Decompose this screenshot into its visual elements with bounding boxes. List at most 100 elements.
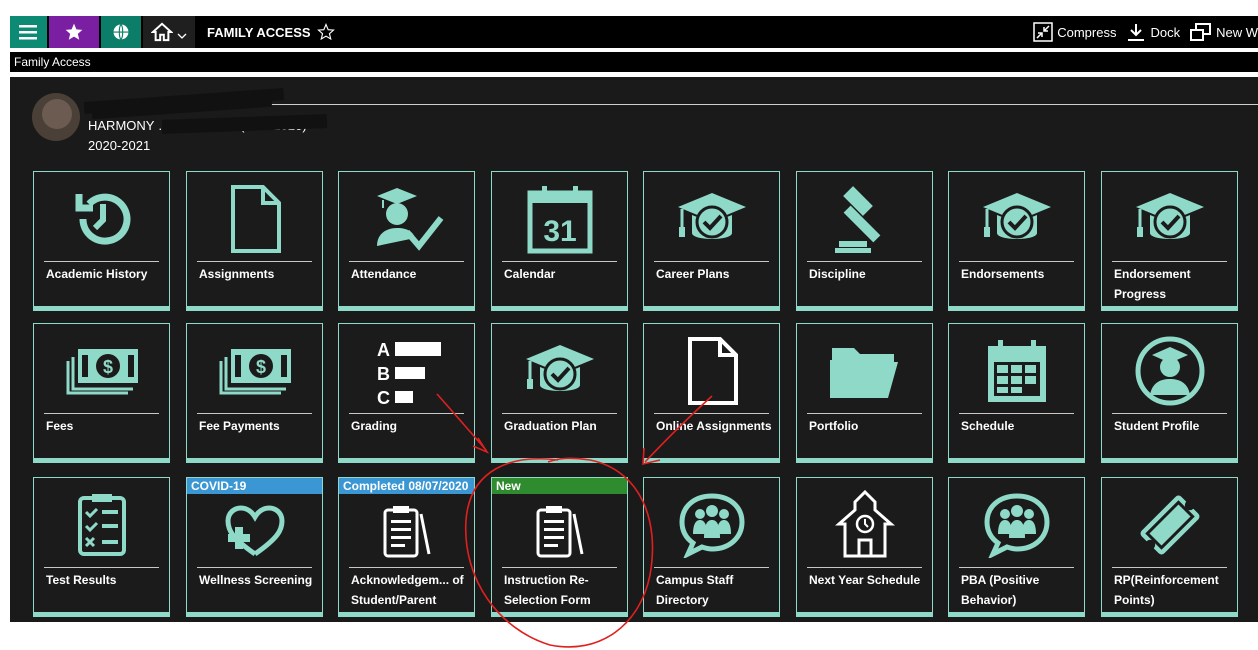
svg-text:$: $ (255, 357, 265, 377)
tile-discipline[interactable]: Discipline (796, 171, 933, 311)
tile-label: Assignments (199, 267, 275, 281)
menu-button[interactable] (10, 16, 47, 48)
grad-cap-check-icon (949, 184, 1084, 254)
calendar-icon: 31 (492, 184, 627, 254)
tile-label: Next Year Schedule (809, 573, 921, 587)
tile-fees[interactable]: $ Fees (33, 323, 170, 463)
compress-icon (1033, 22, 1053, 42)
tile-endorsement-progress[interactable]: Endorsement Progress (1101, 171, 1238, 311)
family-access-app: FAMILY ACCESS Compress Dock New W Family… (0, 0, 1258, 650)
tile-label: PBA (Positive Behavior) (961, 573, 1040, 607)
tile-attendance[interactable]: Attendance (338, 171, 475, 311)
page-title: FAMILY ACCESS (207, 23, 335, 41)
grad-cap-check-icon (1102, 184, 1237, 254)
tile-label: Graduation Plan (504, 419, 597, 433)
tile-calendar[interactable]: 31 Calendar (491, 171, 628, 311)
status-badge: New (492, 478, 627, 494)
compress-button[interactable]: Compress (1033, 22, 1116, 42)
tile-pba-positive-behavior[interactable]: PBA (Positive Behavior) (948, 477, 1085, 617)
dock-icon (1128, 24, 1145, 41)
global-button[interactable] (101, 16, 141, 48)
window-actions: Compress Dock New W (1033, 22, 1258, 42)
dock-button[interactable]: Dock (1126, 22, 1180, 42)
ticket-icon (1102, 490, 1237, 560)
tile-label: Schedule (961, 419, 1015, 433)
tile-portfolio[interactable]: Portfolio (796, 323, 933, 463)
graduate-check-icon (339, 184, 474, 254)
favorite-star-icon[interactable] (316, 23, 335, 41)
tile-label: Grading (351, 419, 398, 433)
clipboard-icon (339, 502, 474, 562)
tile-label: Campus Staff Directory (656, 573, 734, 607)
tile-wellness-screening[interactable]: COVID-19 Wellness Screening (186, 477, 323, 617)
tile-label: Academic History (46, 267, 148, 281)
breadcrumb-label: Family Access (14, 55, 91, 69)
student-profile-icon (1102, 336, 1237, 406)
tile-label: Endorsements (961, 267, 1045, 281)
tile-label: Calendar (504, 267, 556, 281)
tile-label: Student Profile (1114, 419, 1200, 433)
globe-icon (113, 24, 129, 40)
new-window-icon (1190, 23, 1212, 41)
top-navigation-bar: FAMILY ACCESS Compress Dock New W (10, 16, 1258, 48)
document-icon (187, 184, 322, 254)
heart-plus-icon (187, 502, 322, 562)
new-window-label: New W (1216, 24, 1258, 40)
clipboard-icon (492, 502, 627, 562)
tile-label: Career Plans (656, 267, 730, 281)
grade-b: B (377, 364, 390, 384)
schedule-icon (949, 336, 1084, 406)
money-icon: $ (34, 336, 169, 406)
tile-label: Instruction Re-Selection Form (504, 573, 591, 607)
tile-schedule[interactable]: Schedule (948, 323, 1085, 463)
hamburger-icon (18, 25, 37, 40)
tile-grading[interactable]: ABC Grading (338, 323, 475, 463)
chevron-down-icon (177, 33, 187, 39)
new-window-button[interactable]: New W (1190, 22, 1258, 42)
tile-label: Fee Payments (199, 419, 280, 433)
document-icon (644, 336, 779, 406)
tile-label: Endorsement Progress (1114, 267, 1191, 301)
tile-rp-reinforcement-points[interactable]: RP(Reinforcement Points) (1101, 477, 1238, 617)
tile-graduation-plan[interactable]: Graduation Plan (491, 323, 628, 463)
tile-academic-history[interactable]: Academic History (33, 171, 170, 311)
tile-label: Portfolio (809, 419, 859, 433)
tile-test-results[interactable]: Test Results (33, 477, 170, 617)
tile-label: Fees (46, 419, 74, 433)
money-icon: $ (187, 336, 322, 406)
tile-instruction-reselection-form[interactable]: New Instruction Re-Selection Form (491, 477, 628, 617)
gavel-icon (797, 184, 932, 254)
tile-fee-payments[interactable]: $ Fee Payments (186, 323, 323, 463)
home-button[interactable] (143, 16, 195, 48)
tile-acknowledgement[interactable]: Completed 08/07/2020 Acknowledgem... of … (338, 477, 475, 617)
tile-student-profile[interactable]: Student Profile (1101, 323, 1238, 463)
tile-online-assignments[interactable]: Online Assignments (643, 323, 780, 463)
svg-text:$: $ (102, 357, 112, 377)
status-badge: COVID-19 (187, 478, 322, 494)
tile-next-year-schedule[interactable]: Next Year Schedule (796, 477, 933, 617)
tile-label: Wellness Screening (199, 573, 313, 587)
favorites-button[interactable] (49, 16, 99, 48)
avatar[interactable] (32, 93, 80, 141)
tile-label: Test Results (46, 573, 117, 587)
student-profile-header: HARMONY … - EL PASO (8/17/2020) 2020-202… (32, 83, 1258, 163)
compress-label: Compress (1057, 24, 1117, 40)
tile-endorsements[interactable]: Endorsements (948, 171, 1085, 311)
grad-cap-check-icon (492, 336, 627, 406)
tile-career-plans[interactable]: Career Plans (643, 171, 780, 311)
grad-cap-check-icon (644, 184, 779, 254)
dock-label: Dock (1150, 24, 1181, 40)
tile-label: Discipline (809, 267, 866, 281)
tile-campus-staff-directory[interactable]: Campus Staff Directory (643, 477, 780, 617)
schoolhouse-icon (797, 490, 932, 560)
calendar-number: 31 (543, 215, 576, 248)
status-badge: Completed 08/07/2020 (339, 478, 474, 494)
grade-a: A (377, 340, 390, 360)
people-bubble-icon (644, 490, 779, 560)
tile-label: Attendance (351, 267, 417, 281)
breadcrumb: Family Access (10, 52, 1258, 72)
folder-icon (797, 336, 932, 406)
tile-assignments[interactable]: Assignments (186, 171, 323, 311)
tile-label: RP(Reinforcement Points) (1114, 573, 1219, 607)
star-icon (65, 23, 83, 40)
